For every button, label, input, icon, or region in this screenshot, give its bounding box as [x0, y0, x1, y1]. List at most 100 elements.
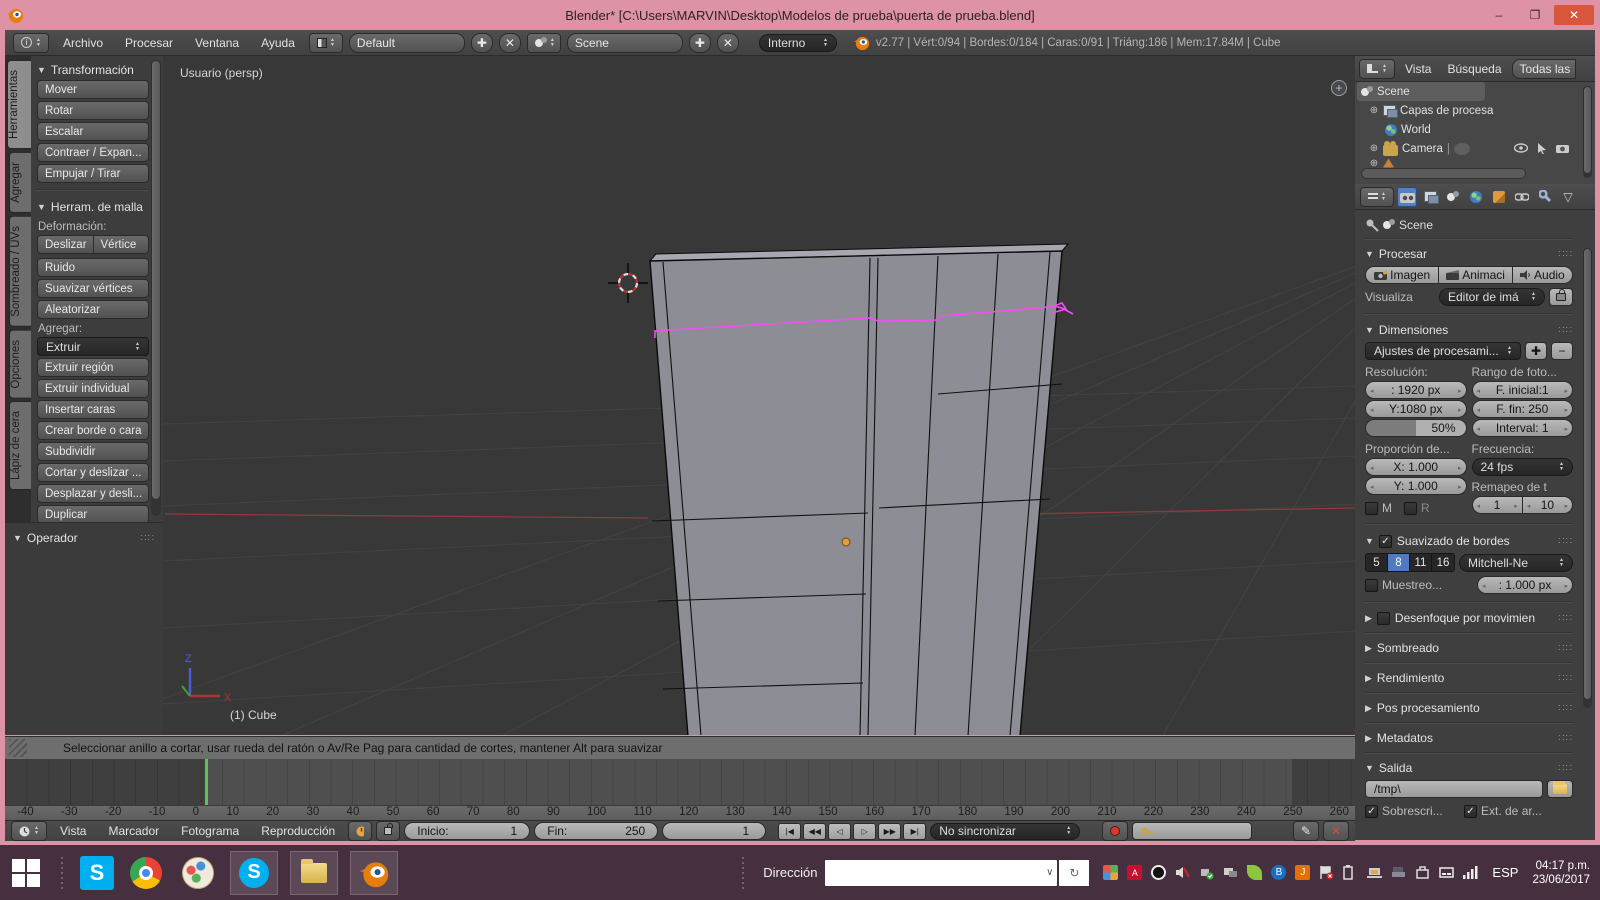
frame-start-field[interactable]: ◂F. inicial:1▸: [1472, 381, 1574, 399]
transport-button[interactable]: ◀◀: [803, 823, 826, 840]
volume-muted-tray-icon[interactable]: [1175, 865, 1190, 880]
tool-button[interactable]: Extruir individual: [37, 379, 149, 398]
outliner-menu-busqueda[interactable]: Búsqueda: [1441, 62, 1507, 76]
paint-icon[interactable]: [178, 853, 218, 893]
lock-toggle[interactable]: [376, 821, 400, 841]
visibility-eye-icon[interactable]: [1514, 143, 1528, 153]
tab-opciones[interactable]: Opciones: [9, 330, 31, 399]
keying-set-field[interactable]: [1132, 822, 1252, 840]
tool-button-deslizar[interactable]: Deslizar: [37, 235, 94, 254]
render-animation-button[interactable]: Animaci: [1439, 266, 1512, 284]
network-flag-tray-icon[interactable]: [1319, 865, 1334, 880]
timeline-band[interactable]: [5, 759, 1355, 805]
fullsample-checkbox[interactable]: [1365, 579, 1378, 592]
file-extension-checkbox[interactable]: ✓: [1464, 805, 1477, 818]
editor-type-button[interactable]: i▲▼: [13, 33, 49, 53]
open-folder-button[interactable]: [1547, 780, 1573, 798]
crop-checkbox[interactable]: [1404, 502, 1417, 515]
preview-range-toggle[interactable]: [348, 821, 372, 841]
menu-ventana[interactable]: Ventana: [187, 36, 247, 50]
tool-button[interactable]: Suavizar vértices: [37, 279, 149, 298]
aa-samples-group[interactable]: 581116: [1365, 553, 1455, 572]
address-input[interactable]: [829, 866, 1046, 880]
viewport-3d[interactable]: Z X Usuario (persp) (1) Cube +: [163, 56, 1355, 735]
photo-app-tray-icon[interactable]: [1103, 865, 1118, 880]
toolshelf-scrollbar[interactable]: [151, 60, 161, 516]
display-card-tray-icon[interactable]: [1439, 865, 1454, 880]
extrude-select[interactable]: Extruir▲▼: [37, 337, 149, 356]
tab-agregar[interactable]: Agregar: [9, 152, 31, 213]
close-button[interactable]: ✕: [1554, 5, 1594, 25]
framerate-select[interactable]: 24 fps▲▼: [1472, 458, 1574, 476]
properties-editor-type-button[interactable]: ▲▼: [1360, 187, 1394, 207]
overwrite-checkbox[interactable]: ✓: [1365, 805, 1378, 818]
tab-world[interactable]: [1466, 187, 1486, 207]
tool-button[interactable]: Duplicar: [37, 505, 149, 522]
panel-dimensiones[interactable]: ▼Dimensiones∷∷: [1365, 320, 1573, 340]
render-engine-select[interactable]: Interno▲▼: [759, 34, 837, 52]
outliner-row-world[interactable]: World: [1355, 120, 1595, 139]
tab-herramientas[interactable]: Herramientas: [7, 60, 31, 149]
tool-button[interactable]: Rotar: [37, 101, 149, 120]
tab-modifiers[interactable]: [1535, 187, 1555, 207]
frame-step-field[interactable]: ◂Interval: 1▸: [1472, 419, 1574, 437]
clock[interactable]: 04:17 p.m. 23/06/2017: [1532, 859, 1590, 887]
resolution-y-field[interactable]: ◂Y:1080 px▸: [1365, 400, 1467, 418]
security-tray-icon[interactable]: [1415, 865, 1430, 880]
record-button[interactable]: [1102, 821, 1128, 841]
timeline-editor-type-button[interactable]: ▲▼: [11, 821, 47, 841]
skype-pinned-icon[interactable]: S: [80, 856, 114, 890]
tab-render-layers[interactable]: [1420, 187, 1440, 207]
aspect-y-field[interactable]: ◂Y: 1.000▸: [1365, 477, 1467, 495]
timeline-menu-marcador[interactable]: Marcador: [99, 824, 168, 838]
tool-button[interactable]: Subdividir: [37, 442, 149, 461]
collapsed-panel-header[interactable]: ▶Sombreado∷∷: [1365, 638, 1573, 658]
creative-cloud-tray-icon[interactable]: [1151, 865, 1166, 880]
display-tray-icon[interactable]: [1223, 865, 1238, 880]
language-indicator[interactable]: ESP: [1492, 865, 1518, 880]
tool-button[interactable]: Ruido: [37, 258, 149, 277]
remove-preset-button[interactable]: −: [1551, 342, 1573, 360]
sync-mode-select[interactable]: No sincronizar▲▼: [930, 823, 1080, 840]
transport-button[interactable]: |◀: [778, 823, 801, 840]
properties-scrollbar[interactable]: [1583, 248, 1592, 708]
frame-start-field[interactable]: Inicio:1: [404, 822, 530, 840]
screen-layout-icon-button[interactable]: ▲▼: [309, 33, 343, 53]
transport-button[interactable]: ◁: [828, 823, 851, 840]
timeline-menu-reproduccion[interactable]: Reproducción: [252, 824, 344, 838]
collapsed-panel-header[interactable]: ▶Metadatos∷∷: [1365, 728, 1573, 748]
render-audio-button[interactable]: Audio: [1513, 266, 1573, 284]
tab-lapiz-de-cera[interactable]: Lápiz de cera: [9, 401, 31, 490]
tool-button[interactable]: Contraer / Expan...: [37, 143, 149, 162]
collapsed-panel-header[interactable]: ▶Pos procesamiento∷∷: [1365, 698, 1573, 718]
tab-scene[interactable]: [1443, 187, 1463, 207]
add-scene-button[interactable]: ✚: [689, 33, 711, 53]
pixel-size-field[interactable]: ◂: 1.000 px▸: [1477, 576, 1573, 594]
motion-blur-checkbox[interactable]: [1377, 612, 1390, 625]
dropdown-chevron-icon[interactable]: ∨: [1046, 867, 1053, 878]
usb-tray-icon[interactable]: [1199, 865, 1214, 880]
add-layout-button[interactable]: ✚: [471, 33, 493, 53]
tool-button[interactable]: Cortar y deslizar ...: [37, 463, 149, 482]
selectable-cursor-icon[interactable]: [1537, 143, 1547, 154]
chrome-icon[interactable]: [126, 853, 166, 893]
start-button[interactable]: [6, 853, 46, 893]
scene-name[interactable]: Scene: [567, 33, 683, 53]
blender-app[interactable]: [350, 851, 398, 895]
tab-sombreado-uvs[interactable]: Sombreado / UVs: [9, 216, 31, 327]
tool-button[interactable]: Empujar / Tirar: [37, 164, 149, 183]
tool-button[interactable]: Crear borde o cara: [37, 421, 149, 440]
tab-render[interactable]: [1397, 187, 1417, 207]
outliner-filter-select[interactable]: Todas las: [1512, 59, 1576, 79]
outliner-vscrollbar[interactable]: [1583, 86, 1592, 178]
outliner-row-partial[interactable]: ⊕: [1355, 158, 1595, 168]
expand-icon[interactable]: ⊕: [1369, 105, 1379, 116]
transport-button[interactable]: ▶|: [903, 823, 926, 840]
panel-salida[interactable]: ▼Salida∷∷: [1365, 758, 1573, 778]
tool-button[interactable]: Extruir región: [37, 358, 149, 377]
scene-icon-button[interactable]: ▲▼: [527, 33, 561, 53]
aa-filter-select[interactable]: Mitchell-Ne▲▼: [1459, 554, 1573, 572]
printer-tray-icon[interactable]: [1391, 865, 1406, 880]
expand-icon[interactable]: ⊕: [1369, 158, 1379, 168]
panel-procesar[interactable]: ▼Procesar∷∷: [1365, 244, 1573, 264]
